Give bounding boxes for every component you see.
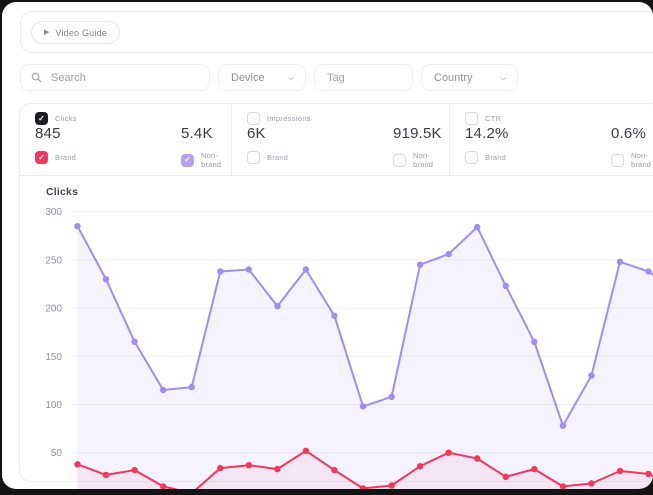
- data-point[interactable]: [474, 455, 480, 461]
- tag-box: [314, 64, 413, 91]
- brand-value: 6K: [247, 125, 266, 142]
- data-point[interactable]: [474, 224, 480, 230]
- data-point[interactable]: [446, 450, 452, 456]
- search-icon: [31, 72, 42, 83]
- data-point[interactable]: [588, 372, 594, 378]
- brand-checkbox[interactable]: ✓: [247, 151, 260, 164]
- data-point[interactable]: [103, 276, 109, 282]
- video-guide-button[interactable]: ▶ Video Guide: [31, 21, 120, 44]
- data-point[interactable]: [246, 266, 252, 272]
- chart-title: Clicks: [46, 186, 78, 198]
- data-point[interactable]: [503, 474, 509, 480]
- clicks-chart-svg[interactable]: 300 250 200 150 100 50: [19, 175, 653, 489]
- data-point[interactable]: [531, 466, 537, 472]
- metric-label: Impressions: [267, 114, 311, 123]
- clicks-checkbox[interactable]: ✓: [35, 112, 48, 125]
- data-point[interactable]: [131, 339, 137, 345]
- metric-card-impressions: ✓ Impressions 6K ✓ Brand 919.5K ✓ Non-br…: [231, 104, 449, 175]
- nonbrand-checkbox[interactable]: ✓: [393, 154, 406, 167]
- brand-value: 845: [35, 125, 61, 142]
- data-point[interactable]: [274, 466, 280, 472]
- device-select[interactable]: Device ⌄: [218, 64, 306, 91]
- country-select[interactable]: Country ⌄: [421, 64, 518, 91]
- y-axis-label: 200: [45, 304, 62, 315]
- device-select-label: Device: [231, 72, 265, 84]
- tag-input[interactable]: [325, 71, 402, 85]
- nonbrand-label: Non-brand: [413, 151, 449, 169]
- search-input[interactable]: [49, 71, 199, 85]
- chevron-down-icon: ⌄: [497, 72, 509, 83]
- y-axis-label: 50: [51, 448, 63, 459]
- brand-checkbox[interactable]: ✓: [465, 151, 478, 164]
- nonbrand-checkbox[interactable]: ✓: [611, 154, 624, 167]
- data-point[interactable]: [303, 266, 309, 272]
- data-point[interactable]: [131, 467, 137, 473]
- search-box: [20, 64, 210, 91]
- impressions-checkbox[interactable]: ✓: [247, 112, 260, 125]
- nonbrand-value: 5.4K: [181, 125, 213, 142]
- nonbrand-label: Non-brand: [631, 151, 653, 169]
- data-point[interactable]: [360, 403, 366, 409]
- data-point[interactable]: [217, 268, 223, 274]
- data-point[interactable]: [388, 394, 394, 400]
- nonbrand-label: Non-brand: [201, 151, 231, 169]
- brand-checkbox[interactable]: ✓: [35, 151, 48, 164]
- metric-card-ctr: ✓ CTR 14.2% ✓ Brand 0.6% ✓ Non-brand: [449, 104, 653, 175]
- data-point[interactable]: [303, 448, 309, 454]
- nonbrand-value: 0.6%: [611, 125, 646, 142]
- y-axis-label: 100: [45, 400, 62, 411]
- data-point[interactable]: [617, 468, 623, 474]
- brand-label: Brand: [485, 153, 506, 162]
- play-icon: ▶: [44, 29, 49, 36]
- data-point[interactable]: [217, 465, 223, 471]
- filter-bar: Device ⌄ Country ⌄: [20, 64, 518, 91]
- area-fill-non-brand: [78, 226, 653, 489]
- data-point[interactable]: [588, 480, 594, 486]
- data-point[interactable]: [417, 463, 423, 469]
- data-point[interactable]: [388, 482, 394, 488]
- app-window: ▶ Video Guide Device ⌄ Country ⌄: [2, 2, 653, 489]
- data-point[interactable]: [274, 303, 280, 309]
- metric-label: Clicks: [55, 114, 77, 123]
- data-point[interactable]: [189, 384, 195, 390]
- data-point[interactable]: [103, 472, 109, 478]
- data-point[interactable]: [160, 387, 166, 393]
- chevron-down-icon: ⌄: [285, 72, 297, 83]
- data-point[interactable]: [645, 268, 651, 274]
- metric-card-clicks: ✓ Clicks 845 ✓ Brand 5.4K ✓ Non-brand: [20, 104, 231, 175]
- brand-value: 14.2%: [465, 125, 509, 142]
- nonbrand-checkbox[interactable]: ✓: [181, 154, 194, 167]
- data-point[interactable]: [617, 259, 623, 265]
- brand-label: Brand: [267, 153, 288, 162]
- data-point[interactable]: [331, 313, 337, 319]
- video-guide-banner: ▶ Video Guide: [20, 11, 653, 53]
- data-point[interactable]: [417, 262, 423, 268]
- data-point[interactable]: [531, 339, 537, 345]
- data-point[interactable]: [74, 223, 80, 229]
- data-point[interactable]: [645, 471, 651, 477]
- data-point[interactable]: [446, 251, 452, 257]
- y-axis-label: 150: [45, 352, 62, 363]
- y-axis-label: 250: [45, 255, 62, 266]
- data-point[interactable]: [74, 461, 80, 467]
- ctr-checkbox[interactable]: ✓: [465, 112, 478, 125]
- data-point[interactable]: [560, 423, 566, 429]
- nonbrand-value: 919.5K: [393, 125, 442, 142]
- metric-label: CTR: [485, 114, 501, 123]
- data-point[interactable]: [503, 283, 509, 289]
- data-point[interactable]: [331, 467, 337, 473]
- data-point[interactable]: [246, 462, 252, 468]
- brand-label: Brand: [55, 153, 76, 162]
- video-guide-label: Video Guide: [55, 28, 107, 38]
- country-select-label: Country: [434, 72, 473, 84]
- metric-cards-row: ✓ Clicks 845 ✓ Brand 5.4K ✓ Non-brand ✓ …: [20, 104, 653, 176]
- y-axis-label: 300: [45, 207, 62, 218]
